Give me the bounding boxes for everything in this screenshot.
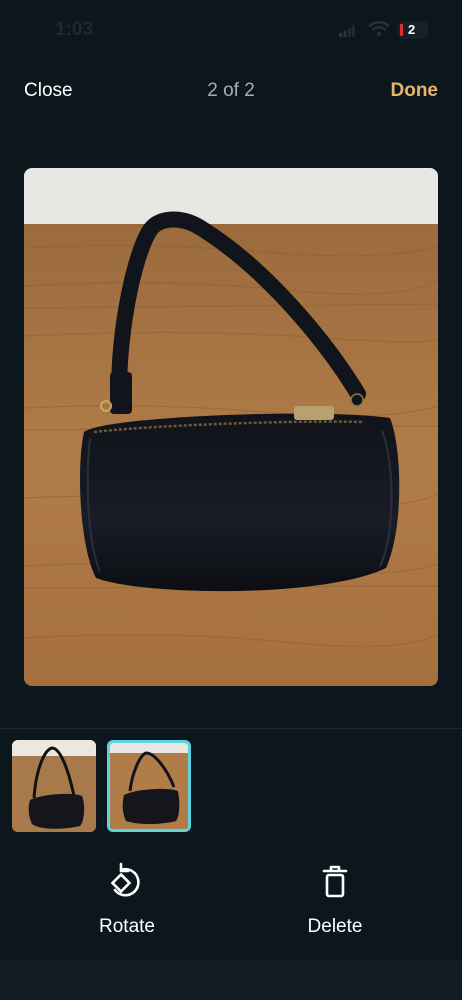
rotate-label: Rotate <box>99 916 155 937</box>
battery-icon: 2 <box>398 21 428 39</box>
thumbnail-1[interactable] <box>12 740 96 832</box>
thumbnail-2[interactable] <box>107 740 191 832</box>
rotate-button[interactable]: Rotate <box>57 850 197 938</box>
rotate-icon <box>110 862 140 897</box>
status-time: 1:03 <box>55 19 94 40</box>
done-button[interactable]: Done <box>391 80 439 102</box>
thumbnail-strip <box>0 738 462 834</box>
nav-bar: Close 2 of 2 Done <box>0 70 462 114</box>
bottom-bar <box>0 960 462 1000</box>
wifi-icon <box>368 21 390 36</box>
trash-icon <box>322 865 348 898</box>
action-bar: Rotate Delete <box>0 850 462 960</box>
battery-level: 2 <box>408 22 416 37</box>
signal-icon <box>339 25 355 37</box>
delete-label: Delete <box>307 916 363 937</box>
delete-button[interactable]: Delete <box>265 850 405 938</box>
status-bar: 1:03 2 <box>0 0 462 60</box>
main-photo <box>24 168 438 686</box>
divider <box>0 728 462 729</box>
